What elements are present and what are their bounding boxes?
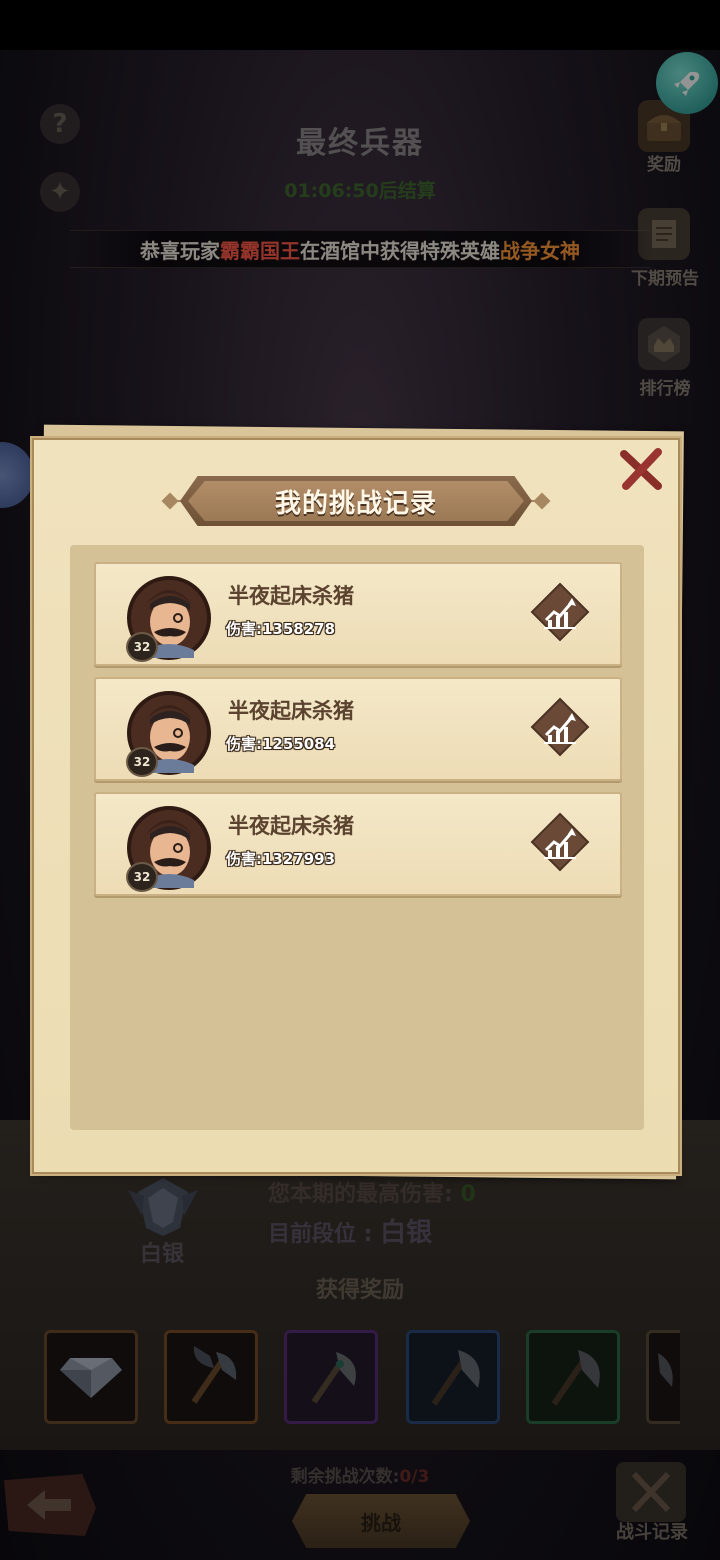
status-bar — [0, 0, 720, 50]
close-icon — [620, 448, 662, 490]
stats-chart-icon[interactable] — [530, 812, 590, 872]
damage-value: 伤害:1255084 — [226, 735, 336, 753]
close-button[interactable] — [618, 446, 664, 492]
damage-value: 伤害:1327993 — [226, 850, 336, 868]
avatar: 32 — [124, 685, 211, 777]
avatar: 32 — [124, 570, 211, 662]
record-row[interactable]: 32 半夜起床杀猪 伤害:1358278 — [94, 562, 622, 666]
avatar: 32 — [124, 800, 211, 892]
modal-title: 我的挑战记录 — [274, 488, 437, 519]
level-badge: 32 — [126, 747, 158, 777]
damage-value: 伤害:1358278 — [226, 620, 336, 638]
player-name: 半夜起床杀猪 — [228, 584, 354, 608]
level-badge: 32 — [126, 862, 158, 892]
player-name: 半夜起床杀猪 — [228, 814, 354, 838]
record-row[interactable]: 32 半夜起床杀猪 伤害:1255084 — [94, 677, 622, 781]
level-badge: 32 — [126, 632, 158, 662]
player-name: 半夜起床杀猪 — [228, 699, 354, 723]
stats-chart-icon[interactable] — [530, 582, 590, 642]
stats-chart-icon[interactable] — [530, 697, 590, 757]
record-row[interactable]: 32 半夜起床杀猪 伤害:1327993 — [94, 792, 622, 896]
